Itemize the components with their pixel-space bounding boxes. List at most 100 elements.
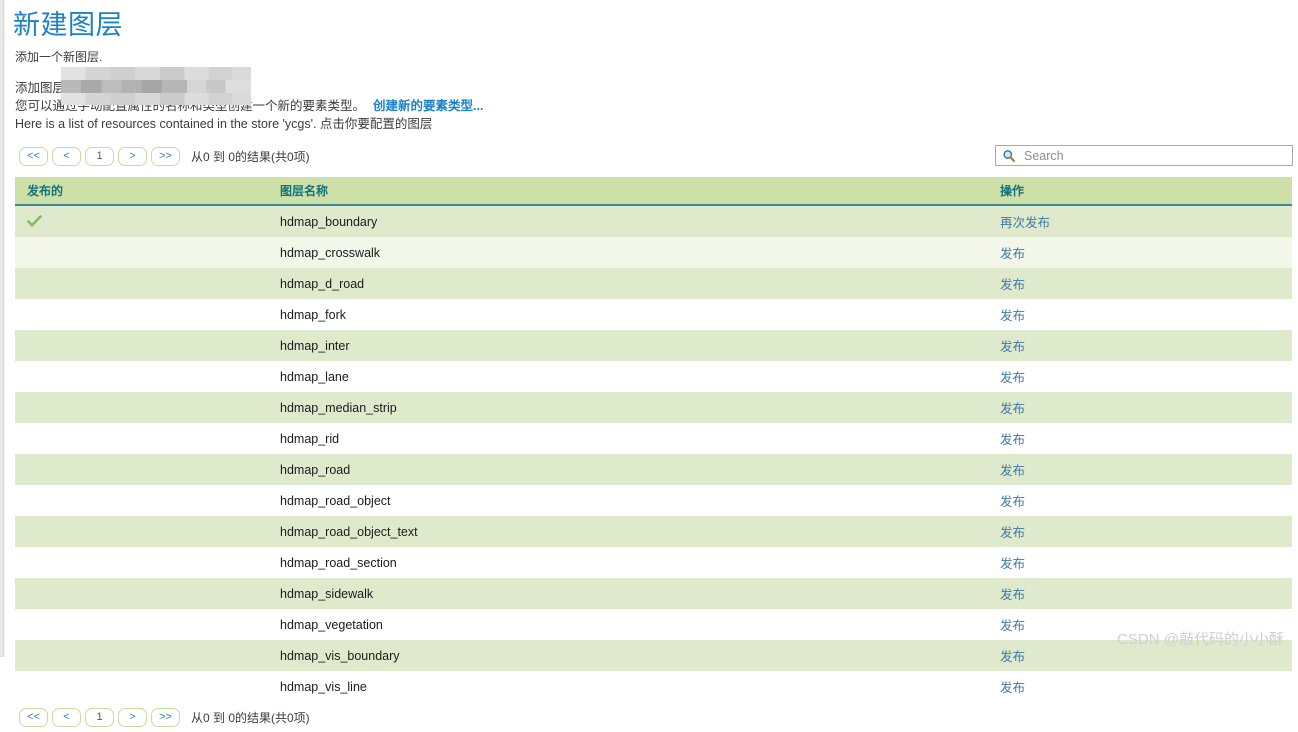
cell-published <box>15 299 268 330</box>
table-row[interactable]: hdmap_fork 发布 <box>15 299 1292 330</box>
description-block: 添加图层 您可以通过手动配置属性的名称和类型创建一个新的要素类型。 创建新的要素类… <box>15 67 1293 133</box>
publish-link[interactable]: 发布 <box>1000 340 1025 354</box>
search-input[interactable] <box>1022 146 1292 165</box>
cell-action: 发布 <box>988 578 1292 609</box>
pagination-top: << < 1 > >> 从0 到 0的结果(共0项) <box>19 147 310 166</box>
publish-link[interactable]: 发布 <box>1000 371 1025 385</box>
table-row[interactable]: hdmap_road 发布 <box>15 454 1292 485</box>
cell-published <box>15 268 268 299</box>
description-line-2-text: 您可以通过手动配置属性的名称和类型创建一个新的要素类型。 <box>15 99 366 113</box>
pager-prev-button[interactable]: < <box>52 147 81 166</box>
cell-layer-name: hdmap_median_strip <box>268 392 988 423</box>
publish-link[interactable]: 发布 <box>1000 247 1025 261</box>
cell-published <box>15 454 268 485</box>
publish-link[interactable]: 发布 <box>1000 495 1025 509</box>
create-feature-type-link[interactable]: 创建新的要素类型... <box>373 99 483 113</box>
pager-first-button[interactable]: << <box>19 147 48 166</box>
publish-link[interactable]: 再次发布 <box>1000 216 1050 230</box>
search-icon <box>1003 149 1015 162</box>
pager-last-button[interactable]: >> <box>151 147 180 166</box>
cell-layer-name: hdmap_road_object_text <box>268 516 988 547</box>
table-row[interactable]: hdmap_rid 发布 <box>15 423 1292 454</box>
cell-published <box>15 205 268 237</box>
cell-published <box>15 671 268 702</box>
cell-layer-name: hdmap_crosswalk <box>268 237 988 268</box>
page-frame: 新建图层 添加一个新图层. 添加图层 您可以通过手动配置属性的名称和类型创建一个… <box>0 0 1298 727</box>
description-line-1: 添加图层 <box>15 81 66 95</box>
toolbar-top: << < 1 > >> 从0 到 0的结果(共0项) <box>19 145 1293 173</box>
pager-next-button-bottom[interactable]: > <box>118 708 147 727</box>
table-row[interactable]: hdmap_road_section 发布 <box>15 547 1292 578</box>
table-row[interactable]: hdmap_road_object 发布 <box>15 485 1292 516</box>
cell-layer-name: hdmap_vegetation <box>268 609 988 640</box>
table-row[interactable]: hdmap_boundary 再次发布 <box>15 205 1292 237</box>
publish-link[interactable]: 发布 <box>1000 402 1025 416</box>
cell-layer-name: hdmap_road_object <box>268 485 988 516</box>
cell-action: 再次发布 <box>988 205 1292 237</box>
cell-published <box>15 237 268 268</box>
cell-layer-name: hdmap_d_road <box>268 268 988 299</box>
pager-prev-button-bottom[interactable]: < <box>52 708 81 727</box>
cell-layer-name: hdmap_rid <box>268 423 988 454</box>
cell-action: 发布 <box>988 454 1292 485</box>
table-row[interactable]: hdmap_vis_line 发布 <box>15 671 1292 702</box>
cell-action: 发布 <box>988 361 1292 392</box>
cell-published <box>15 485 268 516</box>
publish-link[interactable]: 发布 <box>1000 309 1025 323</box>
page-content: 新建图层 添加一个新图层. 添加图层 您可以通过手动配置属性的名称和类型创建一个… <box>13 8 1293 732</box>
pagination-status-bottom: 从0 到 0的结果(共0项) <box>191 711 310 725</box>
publish-link[interactable]: 发布 <box>1000 526 1025 540</box>
page-title: 新建图层 <box>13 10 123 40</box>
publish-link[interactable]: 发布 <box>1000 464 1025 478</box>
table-row[interactable]: hdmap_vegetation 发布 <box>15 609 1292 640</box>
cell-layer-name: hdmap_sidewalk <box>268 578 988 609</box>
pager-last-button-bottom[interactable]: >> <box>151 708 180 727</box>
pagination-bottom: << < 1 > >> 从0 到 0的结果(共0项) <box>19 708 310 727</box>
pager-next-button[interactable]: > <box>118 147 147 166</box>
green-check-icon <box>27 215 42 227</box>
cell-action: 发布 <box>988 299 1292 330</box>
publish-link[interactable]: 发布 <box>1000 278 1025 292</box>
pager-first-button-bottom[interactable]: << <box>19 708 48 727</box>
cell-layer-name: hdmap_lane <box>268 361 988 392</box>
table-row[interactable]: hdmap_crosswalk 发布 <box>15 237 1292 268</box>
cell-layer-name: hdmap_road <box>268 454 988 485</box>
cell-layer-name: hdmap_vis_boundary <box>268 640 988 671</box>
cell-published <box>15 516 268 547</box>
description-line-3: Here is a list of resources contained in… <box>15 117 433 131</box>
toolbar-bottom: << < 1 > >> 从0 到 0的结果(共0项) <box>19 708 1293 732</box>
cell-published <box>15 330 268 361</box>
cell-layer-name: hdmap_fork <box>268 299 988 330</box>
column-header-published[interactable]: 发布的 <box>15 177 268 206</box>
table-row[interactable]: hdmap_lane 发布 <box>15 361 1292 392</box>
page-subtitle: 添加一个新图层. <box>15 50 103 64</box>
table-row[interactable]: hdmap_sidewalk 发布 <box>15 578 1292 609</box>
cell-layer-name: hdmap_inter <box>268 330 988 361</box>
publish-link[interactable]: 发布 <box>1000 681 1025 695</box>
pagination-status-top: 从0 到 0的结果(共0项) <box>191 150 310 164</box>
cell-published <box>15 640 268 671</box>
cell-published <box>15 547 268 578</box>
table-row[interactable]: hdmap_inter 发布 <box>15 330 1292 361</box>
table-row[interactable]: hdmap_road_object_text 发布 <box>15 516 1292 547</box>
publish-link[interactable]: 发布 <box>1000 619 1025 633</box>
publish-link[interactable]: 发布 <box>1000 557 1025 571</box>
layers-table: 发布的 图层名称 操作 hdmap_boundary 再次发布 hdmap_cros… <box>15 177 1292 702</box>
description-line-2: 您可以通过手动配置属性的名称和类型创建一个新的要素类型。 创建新的要素类型... <box>15 97 1293 115</box>
publish-link[interactable]: 发布 <box>1000 588 1025 602</box>
table-row[interactable]: hdmap_median_strip 发布 <box>15 392 1292 423</box>
pager-page-1-button-bottom[interactable]: 1 <box>85 708 114 727</box>
cell-action: 发布 <box>988 485 1292 516</box>
search-box[interactable] <box>995 145 1293 166</box>
column-header-layer-name[interactable]: 图层名称 <box>268 177 988 206</box>
table-row[interactable]: hdmap_vis_boundary 发布 <box>15 640 1292 671</box>
table-header-row: 发布的 图层名称 操作 <box>15 177 1292 206</box>
cell-action: 发布 <box>988 330 1292 361</box>
cell-action: 发布 <box>988 671 1292 702</box>
table-row[interactable]: hdmap_d_road 发布 <box>15 268 1292 299</box>
cell-action: 发布 <box>988 237 1292 268</box>
publish-link[interactable]: 发布 <box>1000 433 1025 447</box>
publish-link[interactable]: 发布 <box>1000 650 1025 664</box>
pager-page-1-button[interactable]: 1 <box>85 147 114 166</box>
column-header-action[interactable]: 操作 <box>988 177 1292 206</box>
